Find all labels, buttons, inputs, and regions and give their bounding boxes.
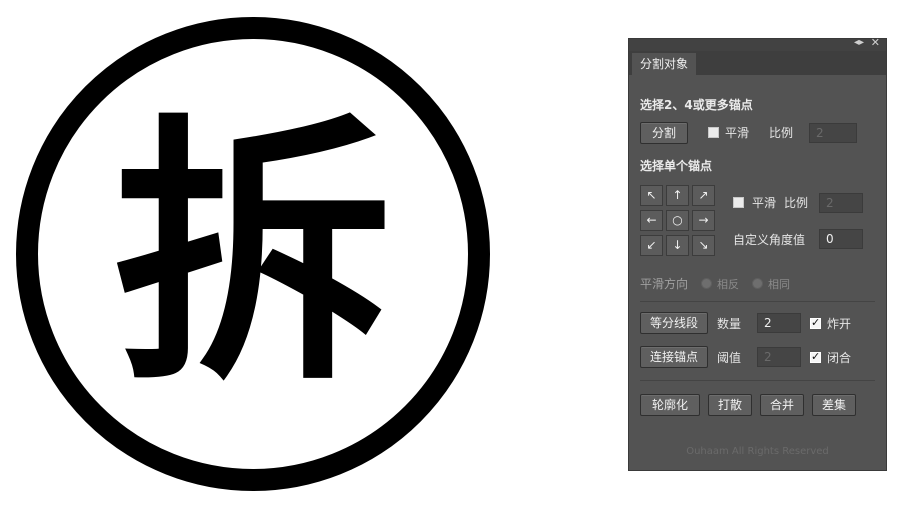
smooth-direction-label: 平滑方向 <box>640 277 689 291</box>
ratio-input-1[interactable]: 2 <box>809 123 857 143</box>
count-input[interactable]: 2 <box>757 313 801 333</box>
radio-opposite-label: 相反 <box>717 278 739 291</box>
close-icon[interactable]: ✕ <box>871 36 880 49</box>
section-title-multi-anchor: 选择2、4或更多锚点 <box>640 98 753 112</box>
merge-button[interactable]: 合并 <box>760 394 804 416</box>
explode-label: 炸开 <box>827 317 852 331</box>
close-label: 闭合 <box>827 351 852 365</box>
smooth-checkbox-1[interactable] <box>708 127 719 138</box>
radio-same[interactable] <box>752 278 763 289</box>
arrow-down-right-button[interactable]: ↘ <box>692 235 715 256</box>
split-button[interactable]: 分割 <box>640 122 688 144</box>
collapse-icon[interactable]: ◂▸ <box>854 37 864 48</box>
ratio-label-1: 比例 <box>769 126 794 140</box>
divider-2 <box>640 380 875 381</box>
count-label: 数量 <box>717 317 742 331</box>
smooth-label-2: 平滑 <box>752 196 777 210</box>
ratio-label-2: 比例 <box>784 196 809 210</box>
smooth-label-1: 平滑 <box>725 126 750 140</box>
smooth-checkbox-2[interactable] <box>733 197 744 208</box>
section-title-single-anchor: 选择单个锚点 <box>640 159 713 173</box>
arrow-up-button[interactable]: ↑ <box>666 185 689 206</box>
outline-button[interactable]: 轮廓化 <box>640 394 700 416</box>
panel-title-bar[interactable]: ◂▸ ✕ <box>629 36 886 51</box>
equal-segments-button[interactable]: 等分线段 <box>640 312 708 334</box>
panel-tab-bar: 分割对象 <box>629 51 886 75</box>
radio-opposite[interactable] <box>701 278 712 289</box>
arrow-left-button[interactable]: ← <box>640 210 663 231</box>
arrow-down-button[interactable]: ↓ <box>666 235 689 256</box>
split-object-panel: ◂▸ ✕ 分割对象 选择2、4或更多锚点 分割 平滑 比例 2 选择单个锚点 ↖… <box>628 36 887 471</box>
threshold-input[interactable]: 2 <box>757 347 801 367</box>
divider-1 <box>640 301 875 302</box>
difference-button[interactable]: 差集 <box>812 394 856 416</box>
arrow-right-button[interactable]: → <box>692 210 715 231</box>
ratio-input-2[interactable]: 2 <box>819 193 863 213</box>
custom-angle-label: 自定义角度值 <box>733 233 806 247</box>
custom-angle-input[interactable]: 0 <box>819 229 863 249</box>
break-button[interactable]: 打散 <box>708 394 752 416</box>
arrow-up-right-button[interactable]: ↗ <box>692 185 715 206</box>
radio-same-label: 相同 <box>768 278 790 291</box>
copyright-footer: Ouhaam All Rights Reserved <box>686 446 829 457</box>
explode-checkbox[interactable] <box>810 316 821 329</box>
tab-split-object[interactable]: 分割对象 <box>632 53 696 75</box>
connect-anchors-button[interactable]: 连接锚点 <box>640 346 708 368</box>
arrow-down-left-button[interactable]: ↙ <box>640 235 663 256</box>
threshold-label: 阈值 <box>717 351 742 365</box>
artwork-canvas: 拆 <box>16 17 490 491</box>
arrow-up-left-button[interactable]: ↖ <box>640 185 663 206</box>
center-button[interactable]: ○ <box>666 210 689 231</box>
direction-grid: ↖ ↑ ↗ ← ○ → ↙ ↓ ↘ <box>640 185 716 257</box>
close-checkbox[interactable] <box>810 350 821 363</box>
artwork-glyph: 拆 <box>113 90 393 419</box>
